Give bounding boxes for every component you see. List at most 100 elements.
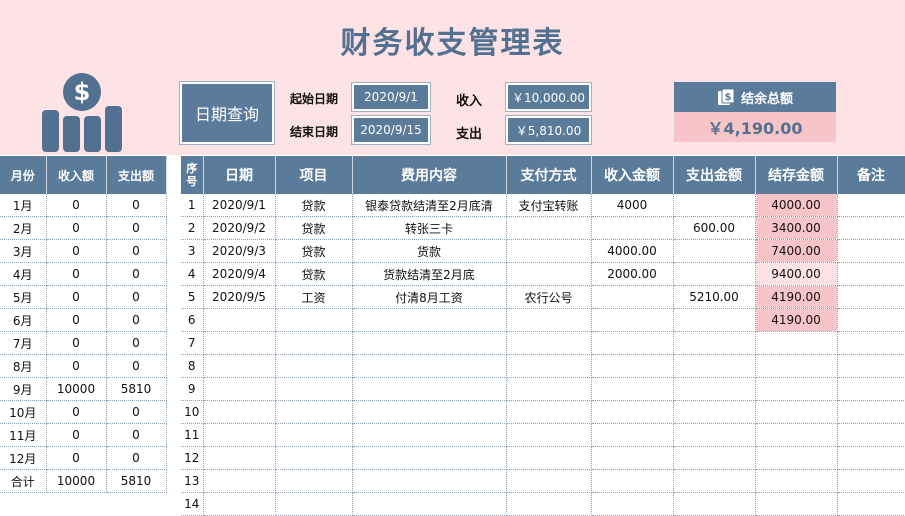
table-cell[interactable] [755, 469, 838, 493]
table-cell[interactable] [275, 446, 353, 470]
table-cell[interactable]: 货款 [352, 239, 507, 263]
table-cell[interactable] [275, 377, 353, 401]
table-cell[interactable]: 4000.00 [591, 239, 674, 263]
table-cell[interactable] [506, 469, 592, 493]
table-cell[interactable]: 5月 [0, 285, 47, 309]
table-cell[interactable] [506, 400, 592, 424]
table-cell[interactable] [837, 262, 905, 286]
table-cell[interactable]: 12月 [0, 446, 47, 470]
table-cell[interactable] [506, 423, 592, 447]
table-cell[interactable] [506, 216, 592, 240]
table-cell[interactable]: 4月 [0, 262, 47, 286]
table-cell[interactable] [673, 354, 756, 378]
table-cell[interactable]: 0 [46, 239, 107, 263]
table-cell[interactable] [837, 239, 905, 263]
table-cell[interactable] [673, 262, 756, 286]
table-cell[interactable] [506, 446, 592, 470]
table-cell[interactable]: 2月 [0, 216, 47, 240]
table-cell[interactable]: 银泰贷款结清至2月底清 [352, 194, 507, 217]
table-cell[interactable]: 0 [106, 331, 167, 355]
table-cell[interactable]: 10000 [46, 469, 107, 493]
table-cell[interactable]: 11月 [0, 423, 47, 447]
table-cell[interactable] [203, 400, 276, 424]
table-cell[interactable]: 8月 [0, 354, 47, 378]
table-cell[interactable]: 2020/9/5 [203, 285, 276, 309]
table-cell[interactable] [352, 331, 507, 355]
table-cell[interactable] [837, 423, 905, 447]
table-cell[interactable]: 4 [181, 262, 204, 286]
table-cell[interactable]: 3 [181, 239, 204, 263]
table-cell[interactable]: 农行公号 [506, 285, 592, 309]
table-cell[interactable] [673, 400, 756, 424]
table-cell[interactable] [352, 377, 507, 401]
table-cell[interactable]: 0 [46, 308, 107, 332]
table-cell[interactable]: 贷款 [275, 194, 353, 217]
table-cell[interactable] [837, 194, 905, 217]
table-cell[interactable]: 贷款 [275, 216, 353, 240]
table-cell[interactable] [837, 216, 905, 240]
table-cell[interactable]: 0 [106, 262, 167, 286]
table-cell[interactable] [506, 262, 592, 286]
table-cell[interactable]: 贷款 [275, 262, 353, 286]
table-cell[interactable] [203, 377, 276, 401]
table-cell[interactable]: 7 [181, 331, 204, 355]
table-cell[interactable]: 0 [46, 446, 107, 470]
table-cell[interactable] [352, 308, 507, 332]
table-cell[interactable] [755, 423, 838, 447]
table-cell[interactable]: 支付宝转账 [506, 194, 592, 217]
table-cell[interactable]: 0 [106, 354, 167, 378]
table-cell[interactable]: 3400.00 [755, 216, 838, 240]
table-cell[interactable]: 2020/9/3 [203, 239, 276, 263]
table-cell[interactable] [673, 194, 756, 217]
table-cell[interactable] [275, 400, 353, 424]
table-cell[interactable]: 10月 [0, 400, 47, 424]
table-cell[interactable] [591, 377, 674, 401]
table-cell[interactable]: 11 [181, 423, 204, 447]
table-cell[interactable]: 0 [106, 400, 167, 424]
table-cell[interactable]: 9400.00 [755, 262, 838, 286]
table-cell[interactable]: 13 [181, 469, 204, 493]
table-cell[interactable]: 0 [46, 331, 107, 355]
table-cell[interactable] [506, 377, 592, 401]
table-cell[interactable] [755, 331, 838, 355]
table-cell[interactable] [203, 308, 276, 332]
table-cell[interactable]: 5810 [106, 377, 167, 401]
table-cell[interactable] [203, 423, 276, 447]
table-cell[interactable]: 4190.00 [755, 308, 838, 332]
table-cell[interactable] [591, 446, 674, 470]
table-cell[interactable]: 0 [46, 354, 107, 378]
table-cell[interactable]: 0 [46, 285, 107, 309]
table-cell[interactable]: 6月 [0, 308, 47, 332]
table-cell[interactable]: 0 [106, 446, 167, 470]
table-cell[interactable]: 5 [181, 285, 204, 309]
table-cell[interactable]: 工资 [275, 285, 353, 309]
table-cell[interactable]: 10 [181, 400, 204, 424]
table-cell[interactable]: 2020/9/4 [203, 262, 276, 286]
table-cell[interactable] [275, 423, 353, 447]
table-cell[interactable]: 转张三卡 [352, 216, 507, 240]
table-cell[interactable] [352, 446, 507, 470]
table-cell[interactable]: 7月 [0, 331, 47, 355]
table-cell[interactable] [591, 308, 674, 332]
table-cell[interactable] [591, 331, 674, 355]
date-query-button[interactable]: 日期查询 [180, 82, 274, 144]
table-cell[interactable]: 9 [181, 377, 204, 401]
table-cell[interactable]: 0 [46, 216, 107, 240]
table-cell[interactable] [591, 285, 674, 309]
table-cell[interactable] [506, 354, 592, 378]
table-cell[interactable] [352, 400, 507, 424]
table-cell[interactable]: 0 [106, 423, 167, 447]
table-cell[interactable] [673, 377, 756, 401]
table-cell[interactable] [837, 400, 905, 424]
table-cell[interactable] [755, 377, 838, 401]
table-cell[interactable] [837, 354, 905, 378]
table-cell[interactable] [673, 239, 756, 263]
table-cell[interactable] [673, 308, 756, 332]
table-cell[interactable] [275, 354, 353, 378]
table-cell[interactable] [275, 469, 353, 493]
table-cell[interactable] [591, 354, 674, 378]
table-cell[interactable]: 货款结清至2月底 [352, 262, 507, 286]
table-cell[interactable] [673, 331, 756, 355]
table-cell[interactable]: 0 [106, 194, 167, 217]
table-cell[interactable] [591, 400, 674, 424]
